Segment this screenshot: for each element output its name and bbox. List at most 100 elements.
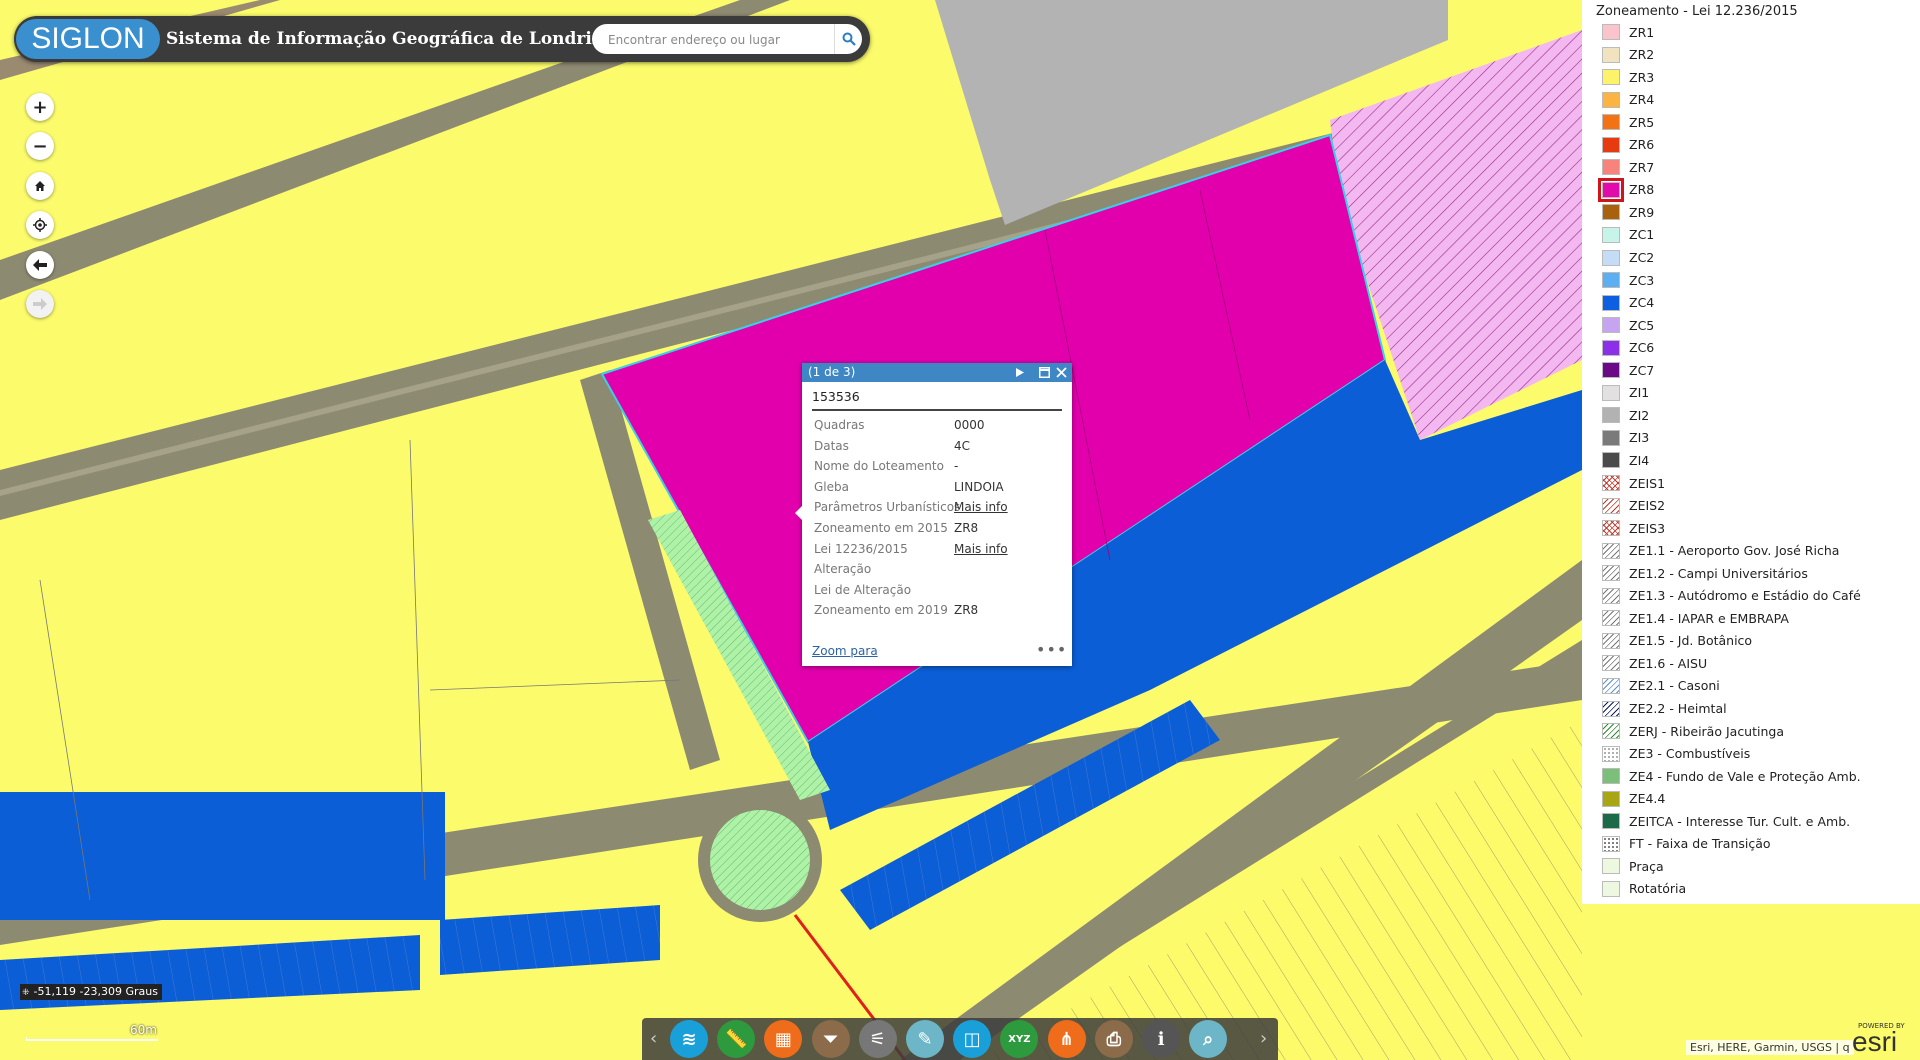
legend-item: ZI4: [1602, 450, 1649, 470]
swipe-button[interactable]: ◫: [953, 1020, 992, 1058]
popup-field-label: Gleba: [814, 479, 849, 494]
legend-item: ZR3: [1602, 67, 1654, 87]
filter-button[interactable]: ⏷: [811, 1020, 850, 1058]
legend-item-label: ZERJ - Ribeirão Jacutinga: [1629, 723, 1784, 739]
search-box: [592, 24, 862, 54]
next-feature-icon[interactable]: [1016, 368, 1024, 377]
popup-field-value: 4C: [954, 438, 971, 453]
legend-item-label: ZC5: [1629, 317, 1655, 333]
legend-item: ZE2.2 - Heimtal: [1602, 699, 1727, 719]
toolbar-prev-icon[interactable]: ‹: [650, 1028, 657, 1049]
layers-button[interactable]: ≋: [670, 1020, 708, 1058]
legend-item: ZC5: [1602, 315, 1654, 335]
coordinates-xyz-button[interactable]: XYZ: [1000, 1020, 1039, 1058]
legend-item-label: ZR3: [1629, 69, 1655, 85]
legend-item-label: ZEITCA - Interesse Tur. Cult. e Amb.: [1629, 813, 1851, 829]
legend-swatch-icon: [1602, 677, 1620, 694]
legend-item-label: ZC7: [1629, 362, 1655, 378]
legend-swatch-icon: [1602, 384, 1620, 401]
locate-button[interactable]: [26, 211, 54, 239]
home-button[interactable]: [26, 172, 54, 200]
coordinate-readout[interactable]: ⁜ -51,119 -23,309 Graus: [20, 984, 162, 1000]
more-options-icon[interactable]: •••: [1036, 640, 1067, 659]
search-input[interactable]: [606, 28, 830, 52]
zone-rotatoria[interactable]: [710, 810, 810, 910]
esri-logo[interactable]: POWERED BY esri: [1852, 1022, 1916, 1058]
legend-item: ZC3: [1602, 270, 1654, 290]
popup-field-row: Lei 12236/2015 Mais info: [812, 539, 1062, 559]
basemap-gallery-button[interactable]: ▦: [764, 1020, 803, 1058]
scale-label: 60m: [130, 1023, 157, 1037]
popup-field-value: ZR8: [954, 603, 979, 618]
legend-item-label: ZR4: [1629, 92, 1655, 108]
legend-item-label: ZE1.4 - IAPAR e EMBRAPA: [1629, 610, 1789, 626]
zoom-in-button[interactable]: +: [26, 93, 54, 121]
swipe-icon: ◫: [963, 1028, 981, 1050]
popup-field-row: Datas 4C: [812, 436, 1062, 456]
legend-item-label: ZC1: [1629, 227, 1655, 243]
print-icon: ⎙: [1106, 1028, 1121, 1050]
coordinates-xyz-icon: XYZ: [1008, 1033, 1031, 1045]
zone-zc4-west[interactable]: [0, 792, 445, 920]
legend-swatch-icon: [1602, 407, 1620, 424]
legend-swatch-icon: [1602, 69, 1620, 86]
minus-icon: −: [32, 135, 48, 157]
legend-item: ZR6: [1602, 135, 1654, 155]
legend-swatch-icon: [1602, 475, 1620, 491]
legend-item: ZE4 - Fundo de Vale e Proteção Amb.: [1602, 766, 1861, 786]
legend-item-label: ZI2: [1629, 407, 1650, 423]
legend-item-label: ZE1.6 - AISU: [1629, 655, 1708, 671]
search-features-button[interactable]: ⌕: [1189, 1020, 1228, 1058]
feature-popup: (1 de 3) 153536 Quadras 0000 Datas 4C Nome d…: [802, 363, 1072, 666]
siglon-logo[interactable]: SIGLON: [16, 19, 160, 59]
popup-field-value: -: [954, 459, 959, 474]
popup-field-row: Quadras 0000: [812, 415, 1062, 435]
maximize-icon[interactable]: [1039, 367, 1050, 378]
legend-swatch-icon: [1602, 226, 1620, 243]
toolbar-next-icon[interactable]: ›: [1260, 1028, 1267, 1049]
legend-item: Praça: [1602, 856, 1664, 876]
legend-item-label: ZC4: [1629, 295, 1655, 311]
legend-item: ZE1.5 - Jd. Botânico: [1602, 631, 1752, 651]
legend-swatch-icon: [1602, 249, 1620, 266]
popup-field-label: Lei de Alteração: [814, 582, 912, 597]
legend-item: ZE1.2 - Campi Universitários: [1602, 563, 1808, 583]
legend-item: Rotatória: [1602, 879, 1686, 899]
legend-item-label: ZEIS1: [1629, 475, 1666, 491]
zoom-to-link[interactable]: Zoom para: [812, 644, 878, 658]
layers-icon: ≋: [681, 1028, 697, 1050]
legend-swatch-icon: [1602, 745, 1620, 762]
mais-info-link[interactable]: Mais info: [954, 500, 1008, 514]
zoom-out-button[interactable]: −: [26, 132, 54, 160]
map-attribution[interactable]: Esri, HERE, Garmin, USGS | q: [1686, 1040, 1854, 1055]
mais-info-link[interactable]: Mais info: [954, 542, 1008, 556]
search-button[interactable]: [834, 24, 863, 54]
measure-icon: 📏: [724, 1028, 748, 1050]
popup-field-label: Lei 12236/2015: [814, 541, 908, 556]
legend-item-label: FT - Faixa de Transição: [1629, 836, 1771, 852]
popup-field-row: Gleba LINDOIA: [812, 477, 1062, 497]
legend-item: ZR2: [1602, 45, 1654, 65]
previous-extent-button[interactable]: [26, 251, 54, 279]
legend-item: ZI3: [1602, 428, 1649, 448]
share-button[interactable]: ⋔: [1047, 1020, 1086, 1058]
popup-counter: (1 de 3): [808, 365, 856, 379]
legend-item-label: ZEIS3: [1629, 520, 1666, 536]
draw-button[interactable]: ✎: [906, 1020, 944, 1058]
legend-item-label: ZI3: [1629, 430, 1650, 446]
legend-item-label: ZC6: [1629, 340, 1655, 356]
popup-field-label: Datas: [814, 438, 849, 453]
legend-item: FT - Faixa de Transição: [1602, 834, 1771, 854]
legend-item: ZE1.1 - Aeroporto Gov. José Richa: [1602, 541, 1839, 561]
next-extent-button[interactable]: [26, 290, 54, 318]
attribute-filter-button[interactable]: ⚟: [858, 1020, 897, 1058]
legend-item: ZE1.3 - Autódromo e Estádio do Café: [1602, 586, 1861, 606]
print-button[interactable]: ⎙: [1094, 1020, 1133, 1058]
legend-item: ZEIS1: [1602, 473, 1665, 493]
legend-swatch-icon: [1602, 429, 1620, 446]
close-icon[interactable]: [1056, 367, 1067, 378]
measure-button[interactable]: 📏: [717, 1020, 756, 1058]
info-button[interactable]: ℹ: [1142, 1020, 1180, 1058]
legend-item-label: Rotatória: [1629, 881, 1687, 897]
search-icon: [842, 32, 856, 46]
